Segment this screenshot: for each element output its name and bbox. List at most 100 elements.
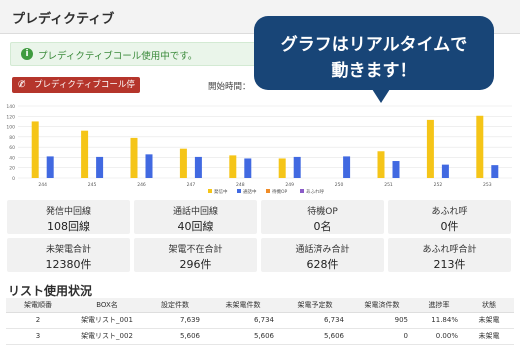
- callout-line-1: グラフはリアルタイムで: [280, 35, 468, 55]
- bar-calling: [377, 151, 385, 178]
- stat-label: 通話中回線: [172, 207, 218, 217]
- legend-swatch: [300, 189, 304, 193]
- planned-count-cell: 6,734: [280, 312, 350, 329]
- info-icon: i: [21, 48, 33, 60]
- table-header-row: 架電順番 BOX名 設定件数 未架電件数 架電予定数 架電済件数 進捗率 状態: [6, 298, 514, 313]
- stat-value: 0件: [440, 220, 459, 233]
- bar-talking: [392, 161, 400, 178]
- column-header[interactable]: 進捗率: [414, 298, 464, 313]
- bar-talking: [96, 156, 104, 178]
- y-tick-label: 120: [6, 114, 15, 120]
- column-header[interactable]: 状態: [464, 298, 514, 313]
- column-header[interactable]: BOX名: [70, 298, 144, 313]
- y-tick-label: 40: [9, 155, 15, 161]
- list-section-title: リスト使用状況: [8, 284, 93, 298]
- stat-waiting-op: 待機OP 0名: [261, 200, 384, 234]
- column-header[interactable]: 設定件数: [144, 298, 206, 313]
- bar-talking: [343, 156, 351, 178]
- x-tick-label: 251: [384, 182, 393, 188]
- stat-talking-lines: 通話中回線 40回線: [134, 200, 257, 234]
- box-name-cell: 架電リスト_002: [70, 328, 144, 345]
- legend-label: 発信中: [214, 188, 228, 195]
- stop-predictive-button[interactable]: ✆̸ プレディクティブコール停止: [12, 77, 140, 106]
- legend-label: 通話中: [243, 188, 257, 195]
- bar-calling: [179, 148, 187, 178]
- y-tick-label: 60: [9, 145, 15, 151]
- y-tick-label: 140: [6, 104, 15, 110]
- x-tick-label: 253: [483, 182, 492, 188]
- column-header[interactable]: 架電順番: [6, 298, 70, 313]
- bar-calling: [278, 158, 286, 178]
- table-row[interactable]: 2 架電リスト_001 7,639 6,734 6,734 905 11.84%…: [6, 312, 514, 329]
- x-tick-label: 246: [137, 182, 146, 188]
- x-tick-label: 244: [38, 182, 47, 188]
- bar-talking: [244, 158, 252, 178]
- stat-value: 213件: [433, 258, 466, 271]
- realtime-callout: グラフはリアルタイムで 動きます！: [254, 16, 494, 108]
- bar-calling: [476, 115, 484, 178]
- bar-talking: [293, 156, 301, 178]
- x-tick-label: 248: [236, 182, 245, 188]
- stat-label: あふれ呼合計: [422, 245, 477, 255]
- stat-value: 108回線: [47, 220, 90, 233]
- stat-absent-total: 架電不在合計 296件: [134, 238, 257, 272]
- column-header[interactable]: 架電済件数: [350, 298, 414, 313]
- bar-calling: [81, 130, 89, 178]
- callout-line-2: 動きます！: [331, 61, 417, 81]
- bar-calling: [31, 121, 39, 178]
- status-cell: 未架電: [464, 312, 514, 329]
- legend-swatch: [208, 189, 212, 193]
- y-tick-label: 0: [12, 176, 15, 182]
- stat-value: 12380件: [45, 258, 92, 271]
- alert-text: プレディクティブコール使用中です。: [38, 51, 198, 62]
- bar-calling: [426, 119, 434, 178]
- call-order-cell: 2: [6, 312, 70, 329]
- y-tick-label: 80: [9, 135, 15, 141]
- stat-completed-total: 通話済み合計 628件: [261, 238, 384, 272]
- list-usage-table: 架電順番 BOX名 設定件数 未架電件数 架電予定数 架電済件数 進捗率 状態 …: [6, 298, 514, 345]
- x-tick-label: 250: [335, 182, 344, 188]
- stat-uncalled-total: 未架電合計 12380件: [7, 238, 130, 272]
- bar-talking: [46, 156, 54, 178]
- stat-value: 296件: [179, 258, 212, 271]
- bar-talking: [194, 156, 202, 178]
- call-order-cell: 3: [6, 328, 70, 345]
- legend-swatch: [266, 189, 270, 193]
- stat-label: 通話済み合計: [295, 245, 350, 255]
- progress-cell: 11.84%: [414, 312, 464, 329]
- stat-calling-lines: 発信中回線 108回線: [7, 200, 130, 234]
- stat-label: 待機OP: [307, 207, 338, 217]
- column-header[interactable]: 架電予定数: [280, 298, 350, 313]
- bar-talking: [145, 154, 153, 178]
- x-tick-label: 245: [88, 182, 97, 188]
- page-title: プレディクティブ: [12, 12, 115, 27]
- status-cell: 未架電: [464, 328, 514, 345]
- x-tick-label: 247: [187, 182, 196, 188]
- table-row[interactable]: 3 架電リスト_002 5,606 5,606 5,606 0 0.00% 未架…: [6, 328, 514, 345]
- x-tick-label: 252: [434, 182, 443, 188]
- stat-overflow-total: あふれ呼合計 213件: [388, 238, 511, 272]
- bar-talking: [441, 164, 449, 178]
- y-tick-label: 20: [9, 166, 15, 172]
- uncalled-count-cell: 5,606: [206, 328, 280, 345]
- planned-count-cell: 5,606: [280, 328, 350, 345]
- set-count-cell: 7,639: [144, 312, 206, 329]
- stat-value: 628件: [306, 258, 339, 271]
- stat-overflow-calls: あふれ呼 0件: [388, 200, 511, 234]
- box-name-cell: 架電リスト_001: [70, 312, 144, 329]
- legend-label: あふれ呼: [306, 188, 324, 195]
- stat-label: 未架電合計: [45, 245, 91, 255]
- bar-calling: [130, 137, 138, 178]
- called-count-cell: 905: [350, 312, 414, 329]
- column-header[interactable]: 未架電件数: [206, 298, 280, 313]
- called-count-cell: 0: [350, 328, 414, 345]
- predictive-bar-chart: 0 20 40 60 80 100 120 140 244 245 246 247 248 249 250 2…: [6, 104, 512, 195]
- start-time-label: 開始時間：: [208, 82, 251, 92]
- stat-label: あふれ呼: [431, 207, 468, 217]
- stat-value: 40回線: [177, 220, 214, 233]
- uncalled-count-cell: 6,734: [206, 312, 280, 329]
- legend-swatch: [237, 189, 241, 193]
- stat-label: 架電不在合計: [168, 245, 223, 255]
- bar-calling: [229, 155, 237, 178]
- y-tick-label: 100: [6, 125, 15, 131]
